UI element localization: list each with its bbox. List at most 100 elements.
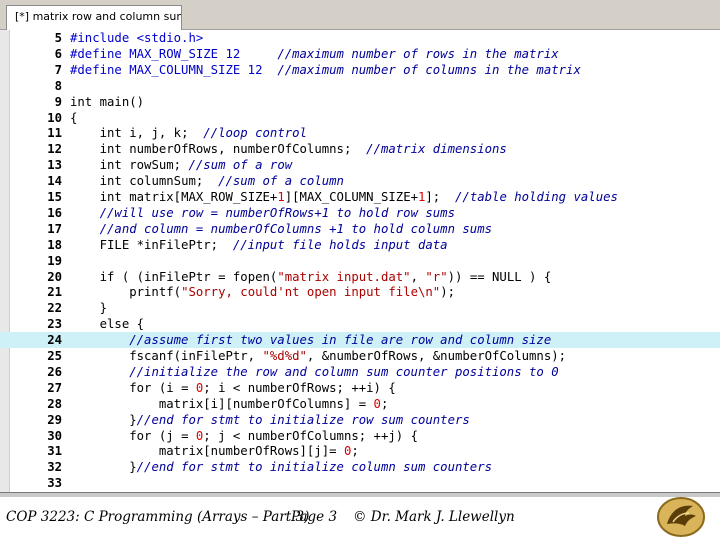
code-line[interactable]: 11 int i, j, k; //loop control: [0, 125, 720, 141]
code-text: #include <stdio.h>: [70, 30, 203, 46]
code-line[interactable]: 31 matrix[numberOfRows][j]= 0;: [0, 443, 720, 459]
line-number: 7: [54, 62, 62, 77]
code-token: else: [99, 317, 130, 332]
code-token: );: [440, 285, 455, 300]
code-token: ;: [380, 396, 389, 411]
footer-course: COP 3223: C Programming (Arrays – Part 3…: [6, 509, 310, 525]
code-text: #define MAX_ROW_SIZE 12 //maximum number…: [70, 46, 559, 62]
code-token: matrix[i][numberOfColumns] =: [70, 396, 374, 411]
code-token: int: [99, 190, 122, 204]
line-number: 14: [47, 174, 62, 189]
code-line[interactable]: 23 else {: [0, 316, 720, 332]
code-token: }: [70, 460, 137, 475]
code-text: if ( (inFilePtr = fopen("matrix input.da…: [70, 269, 552, 285]
line-number: 17: [47, 221, 62, 236]
slide-footer: COP 3223: C Programming (Arrays – Part 3…: [0, 492, 720, 540]
line-number: 10: [47, 110, 62, 125]
code-token: "Sorry, could'nt open input file\n": [181, 285, 441, 300]
code-token: columnSum;: [121, 174, 219, 189]
code-token: int: [99, 126, 122, 141]
code-line[interactable]: 33: [0, 475, 720, 491]
code-line[interactable]: 15 int matrix[MAX_ROW_SIZE+1][MAX_COLUMN…: [0, 189, 720, 205]
code-token: //end for stmt to initialize column sum …: [136, 460, 493, 475]
code-line[interactable]: 22 }: [0, 300, 720, 316]
code-line[interactable]: 26 //initialize the row and column sum c…: [0, 364, 720, 380]
code-text: }//end for stmt to initialize row sum co…: [70, 412, 470, 428]
code-line[interactable]: 24 //assume first two values in file are…: [0, 332, 720, 349]
code-text: fscanf(inFilePtr, "%d%d", &numberOfRows,…: [70, 348, 566, 364]
code-line[interactable]: 32 }//end for stmt to initialize column …: [0, 459, 720, 475]
code-line[interactable]: 10 {: [0, 110, 720, 126]
code-token: printf(: [70, 285, 182, 300]
code-line[interactable]: 27 for (i = 0; i < numberOfRows; ++i) {: [0, 380, 720, 396]
line-number: 28: [47, 396, 62, 411]
code-token: //initialize the row and column sum coun…: [129, 364, 559, 379]
code-text: for (i = 0; i < numberOfRows; ++i) {: [70, 380, 396, 396]
code-text: int columnSum; //sum of a column: [70, 173, 344, 189]
footer-page: Page 3: [291, 509, 338, 525]
code-token: "%d%d": [262, 349, 307, 363]
code-line[interactable]: 16 //will use row = numberOfRows+1 to ho…: [0, 205, 720, 221]
code-line[interactable]: 13 int rowSum; //sum of a row: [0, 157, 720, 173]
line-number: 8: [54, 78, 62, 93]
code-token: //sum of a row: [188, 158, 293, 173]
code-token: numberOfRows, numberOfColumns;: [121, 142, 367, 157]
code-editor[interactable]: 5 #include <stdio.h> 6 #define MAX_ROW_SIZE…: [0, 30, 720, 492]
line-number: 20: [47, 269, 62, 284]
code-line[interactable]: 7 #define MAX_COLUMN_SIZE 12 //maximum nu…: [0, 62, 720, 78]
code-text: //will use row = numberOfRows+1 to hold …: [70, 205, 455, 221]
line-number: 9: [54, 94, 62, 109]
file-tab[interactable]: [*] matrix row and column sums.c: [6, 5, 182, 30]
code-token: ; i < numberOfRows; ++i) {: [203, 380, 396, 395]
code-token: //maximum number of rows in the matrix: [277, 46, 559, 61]
code-token: rowSum;: [121, 158, 189, 173]
code-line[interactable]: 29 }//end for stmt to initialize row sum…: [0, 412, 720, 428]
code-line[interactable]: 20 if ( (inFilePtr = fopen("matrix input…: [0, 269, 720, 285]
code-line[interactable]: 30 for (j = 0; j < numberOfColumns; ++j)…: [0, 428, 720, 444]
code-token: //assume first two values in file are ro…: [129, 333, 552, 348]
code-line[interactable]: 19: [0, 253, 720, 269]
line-number: 19: [47, 253, 62, 268]
line-number: 24: [47, 333, 62, 348]
code-line[interactable]: 9 int main(): [0, 94, 720, 110]
code-line[interactable]: 5 #include <stdio.h>: [0, 30, 720, 46]
code-line[interactable]: 12 int numberOfRows, numberOfColumns; //…: [0, 141, 720, 157]
code-line[interactable]: 28 matrix[i][numberOfColumns] = 0;: [0, 396, 720, 412]
code-token: //maximum number of columns in the matri…: [277, 62, 581, 77]
code-line[interactable]: 6 #define MAX_ROW_SIZE 12 //maximum numbe…: [0, 46, 720, 62]
line-number: 27: [47, 380, 62, 395]
code-token: (i =: [151, 380, 196, 395]
code-text: else {: [70, 316, 144, 332]
footer-author: © Dr. Mark J. Llewellyn: [353, 509, 515, 525]
code-token: "r": [425, 269, 448, 284]
code-token: matrix[MAX_ROW_SIZE+: [121, 190, 278, 204]
code-token: //input file holds input data: [232, 237, 448, 252]
code-line[interactable]: 8: [0, 78, 720, 94]
code-token: {: [70, 110, 78, 125]
code-line[interactable]: 18 FILE *inFilePtr; //input file holds i…: [0, 237, 720, 253]
code-token: //will use row = numberOfRows+1 to hold …: [99, 205, 455, 220]
code-token: for: [129, 428, 152, 443]
code-area[interactable]: 5 #include <stdio.h> 6 #define MAX_ROW_SIZE…: [0, 30, 720, 492]
line-number: 16: [47, 205, 62, 220]
code-token: //loop control: [203, 126, 307, 141]
file-tab-label: [*] matrix row and column sums.c: [15, 10, 181, 23]
code-token: ,: [410, 269, 426, 284]
code-token: if: [99, 269, 115, 284]
code-line[interactable]: 17 //and column = numberOfColumns +1 to …: [0, 221, 720, 237]
code-line[interactable]: 14 int columnSum; //sum of a column: [0, 173, 720, 189]
code-line[interactable]: 25 fscanf(inFilePtr, "%d%d", &numberOfRo…: [0, 348, 720, 364]
code-text: {: [70, 110, 77, 126]
code-text: //and column = numberOfColumns +1 to hol…: [70, 221, 492, 237]
code-line[interactable]: 21 printf("Sorry, could'nt open input fi…: [0, 284, 720, 300]
code-text: int main(): [70, 94, 144, 110]
code-text: int matrix[MAX_ROW_SIZE+1][MAX_COLUMN_SI…: [70, 189, 618, 205]
code-token: }: [70, 301, 108, 316]
